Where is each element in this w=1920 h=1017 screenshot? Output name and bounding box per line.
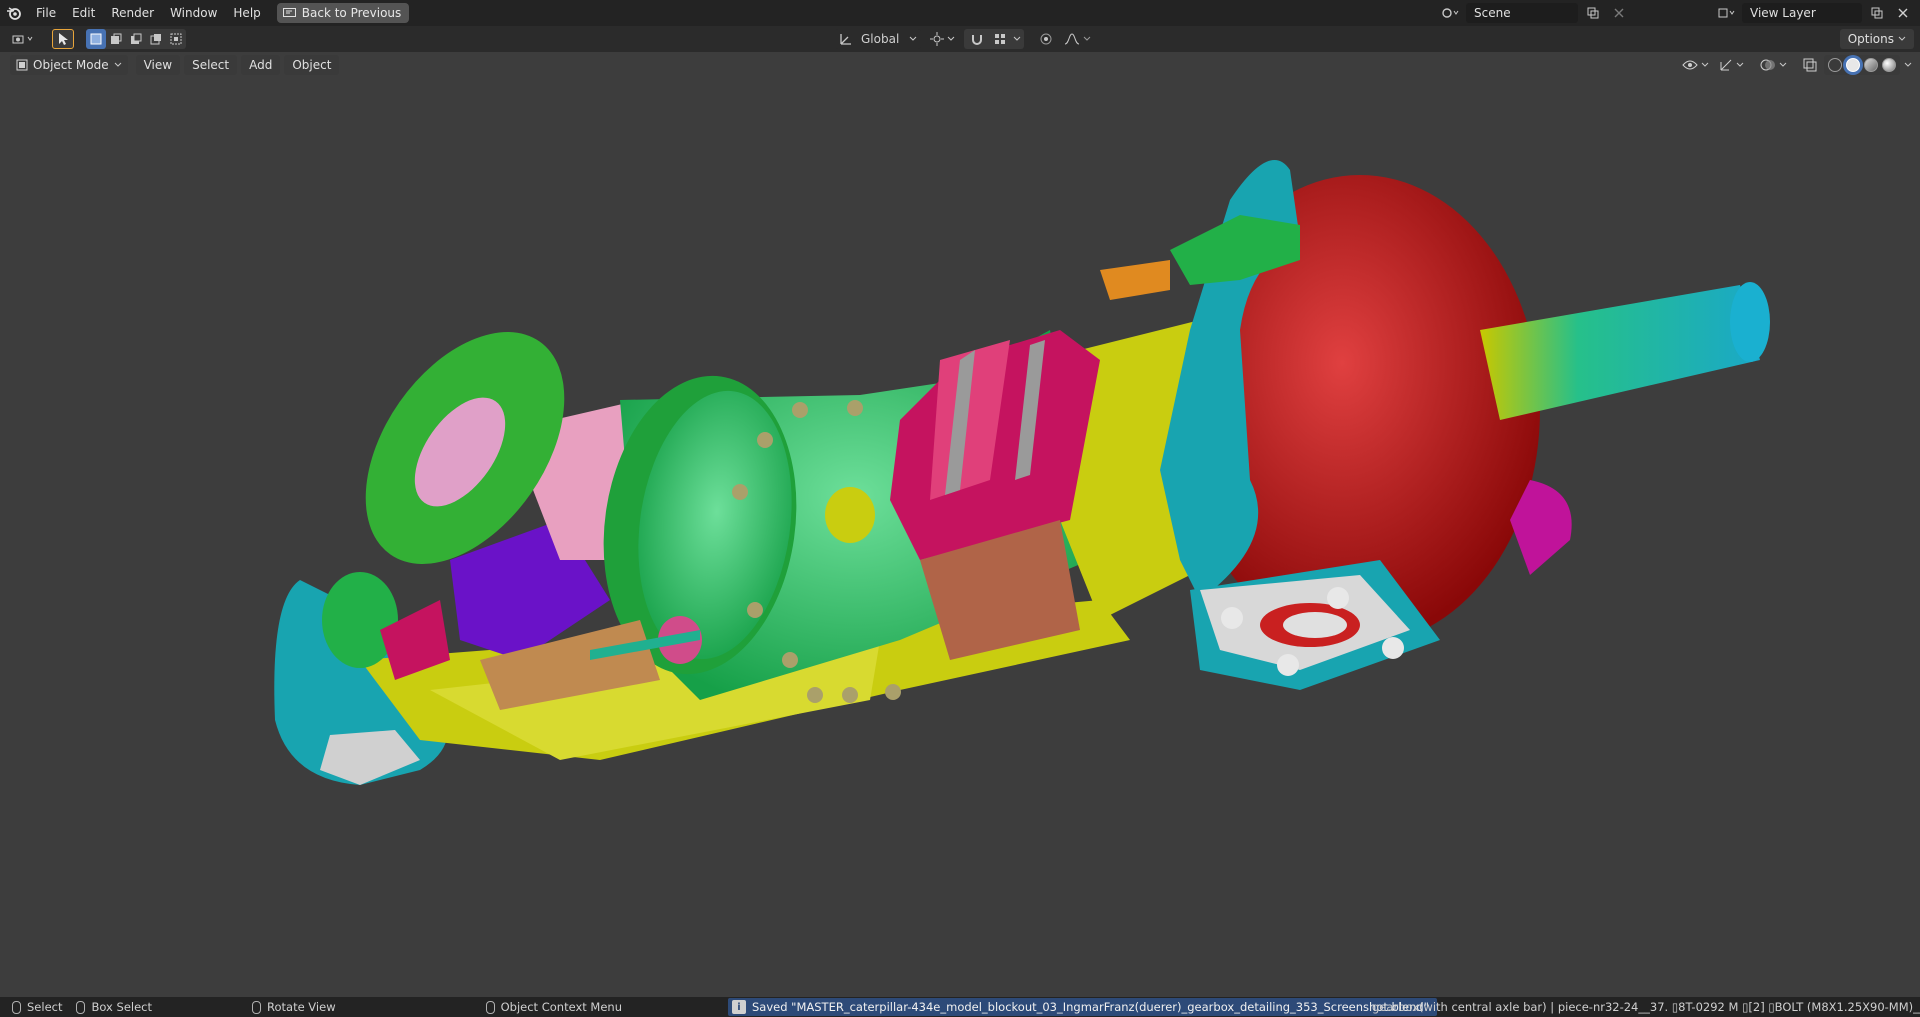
3d-viewport[interactable] — [0, 52, 1920, 997]
back-to-previous-label: Back to Previous — [301, 6, 402, 20]
menu-view[interactable]: View — [135, 55, 181, 75]
menu-edit[interactable]: Edit — [64, 0, 103, 26]
selection-mode-group — [86, 29, 186, 49]
material-preview-shading-icon[interactable] — [1864, 58, 1878, 72]
saved-report-text: Saved "MASTER_caterpillar-434e_model_blo… — [752, 1000, 1429, 1014]
shading-mode-group — [1824, 55, 1900, 75]
status-rotate-view: Rotate View — [252, 1000, 336, 1014]
delete-view-layer-icon[interactable] — [1892, 3, 1914, 23]
select-tool-icon[interactable] — [52, 29, 74, 49]
select-invert-icon[interactable] — [146, 29, 166, 49]
mouse-drag-icon — [76, 1000, 86, 1014]
object-mode-label: Object Mode — [33, 58, 109, 72]
scene-statistics: gearbox(with central axle bar) | piece-n… — [1372, 1000, 1920, 1014]
options-dropdown[interactable]: Options — [1839, 29, 1914, 49]
menu-object[interactable]: Object — [284, 55, 340, 75]
tool-header: Global Options — [0, 26, 1920, 52]
rendered-shading-icon[interactable] — [1882, 58, 1896, 72]
viewport-shading-controls — [1679, 55, 1912, 75]
scene-selector: Scene — [1440, 3, 1630, 23]
gearbox-3d-model[interactable] — [0, 52, 1920, 997]
orientation-label: Global — [861, 32, 900, 46]
mouse-middle-icon — [252, 1000, 261, 1014]
menu-select[interactable]: Select — [184, 55, 238, 75]
delete-scene-icon[interactable] — [1608, 3, 1630, 23]
gizmo-toggle[interactable] — [1716, 55, 1747, 75]
status-rotate-view-label: Rotate View — [267, 1000, 336, 1014]
gizmo-icon — [1720, 59, 1732, 71]
mouse-left-icon — [12, 1000, 21, 1014]
top-menu-bar: File Edit Render Window Help Back to Pre… — [0, 0, 1920, 26]
status-bar: Select Box Select Rotate View Object Con… — [0, 997, 1920, 1017]
xray-toggle-icon[interactable] — [1800, 55, 1820, 75]
status-box-select-label: Box Select — [91, 1000, 152, 1014]
view-layer-browse-icon[interactable] — [1716, 3, 1738, 23]
snapping-group — [964, 29, 1025, 49]
select-intersect-icon[interactable] — [166, 29, 186, 49]
menu-render[interactable]: Render — [103, 0, 162, 26]
scene-name-field[interactable]: Scene — [1466, 3, 1578, 23]
status-select: Select — [12, 1000, 62, 1014]
eye-icon — [1682, 60, 1698, 70]
proportional-falloff-dropdown[interactable] — [1062, 29, 1093, 49]
view-layer-name-field[interactable]: View Layer — [1742, 3, 1862, 23]
scene-browse-icon[interactable] — [1440, 3, 1462, 23]
chevron-down-icon — [1736, 62, 1744, 67]
object-mode-dropdown[interactable]: Object Mode — [10, 55, 128, 75]
select-extend-icon[interactable] — [106, 29, 126, 49]
chevron-down-icon — [1898, 36, 1906, 41]
new-scene-icon[interactable] — [1582, 3, 1604, 23]
overlays-toggle[interactable] — [1757, 55, 1790, 75]
object-visibility-dropdown[interactable] — [1679, 55, 1712, 75]
new-view-layer-icon[interactable] — [1866, 3, 1888, 23]
status-box-select: Box Select — [76, 1000, 152, 1014]
mouse-right-icon — [485, 1000, 495, 1014]
overlays-icon — [1760, 59, 1775, 71]
saved-report-message[interactable]: i Saved "MASTER_caterpillar-434e_model_b… — [728, 998, 1437, 1016]
object-mode-icon — [16, 59, 28, 71]
screen-icon — [282, 7, 296, 17]
info-icon: i — [732, 1000, 746, 1014]
editor-type-icon[interactable] — [8, 29, 40, 49]
transform-settings: Global — [835, 29, 1093, 49]
select-subtract-icon[interactable] — [126, 29, 146, 49]
chevron-down-icon[interactable] — [1013, 36, 1021, 42]
menu-add[interactable]: Add — [241, 55, 281, 75]
viewport-header: Object Mode View Select Add Object — [0, 52, 1920, 78]
menu-help[interactable]: Help — [225, 0, 268, 26]
chevron-down-icon — [947, 36, 955, 41]
select-new-icon[interactable] — [86, 29, 106, 49]
transform-orientation-dropdown[interactable]: Global — [835, 29, 922, 49]
falloff-curve-icon — [1065, 33, 1080, 45]
chevron-down-icon — [909, 36, 917, 41]
chevron-down-icon — [1779, 62, 1787, 67]
snap-magnet-icon[interactable] — [967, 29, 987, 49]
menu-window[interactable]: Window — [162, 0, 225, 26]
back-to-previous-button[interactable]: Back to Previous — [276, 3, 410, 23]
status-select-label: Select — [27, 1000, 63, 1014]
pivot-point-dropdown[interactable] — [927, 29, 958, 49]
chevron-down-icon — [114, 62, 121, 67]
orientation-icon — [840, 34, 851, 45]
pivot-icon — [930, 32, 945, 46]
solid-shading-icon[interactable] — [1846, 58, 1860, 72]
wireframe-shading-icon[interactable] — [1828, 58, 1842, 72]
chevron-down-icon — [1083, 36, 1091, 41]
view-layer-selector: View Layer — [1716, 3, 1914, 23]
chevron-down-icon — [1701, 62, 1709, 67]
status-context-menu-label: Object Context Menu — [500, 1000, 622, 1014]
snap-increment-icon[interactable] — [990, 29, 1010, 49]
status-context-menu: Object Context Menu — [485, 1000, 622, 1014]
proportional-editing-icon[interactable] — [1036, 29, 1056, 49]
menu-file[interactable]: File — [28, 0, 64, 26]
chevron-down-icon[interactable] — [1904, 62, 1912, 68]
blender-logo-icon[interactable] — [0, 0, 28, 26]
options-label: Options — [1847, 32, 1894, 46]
